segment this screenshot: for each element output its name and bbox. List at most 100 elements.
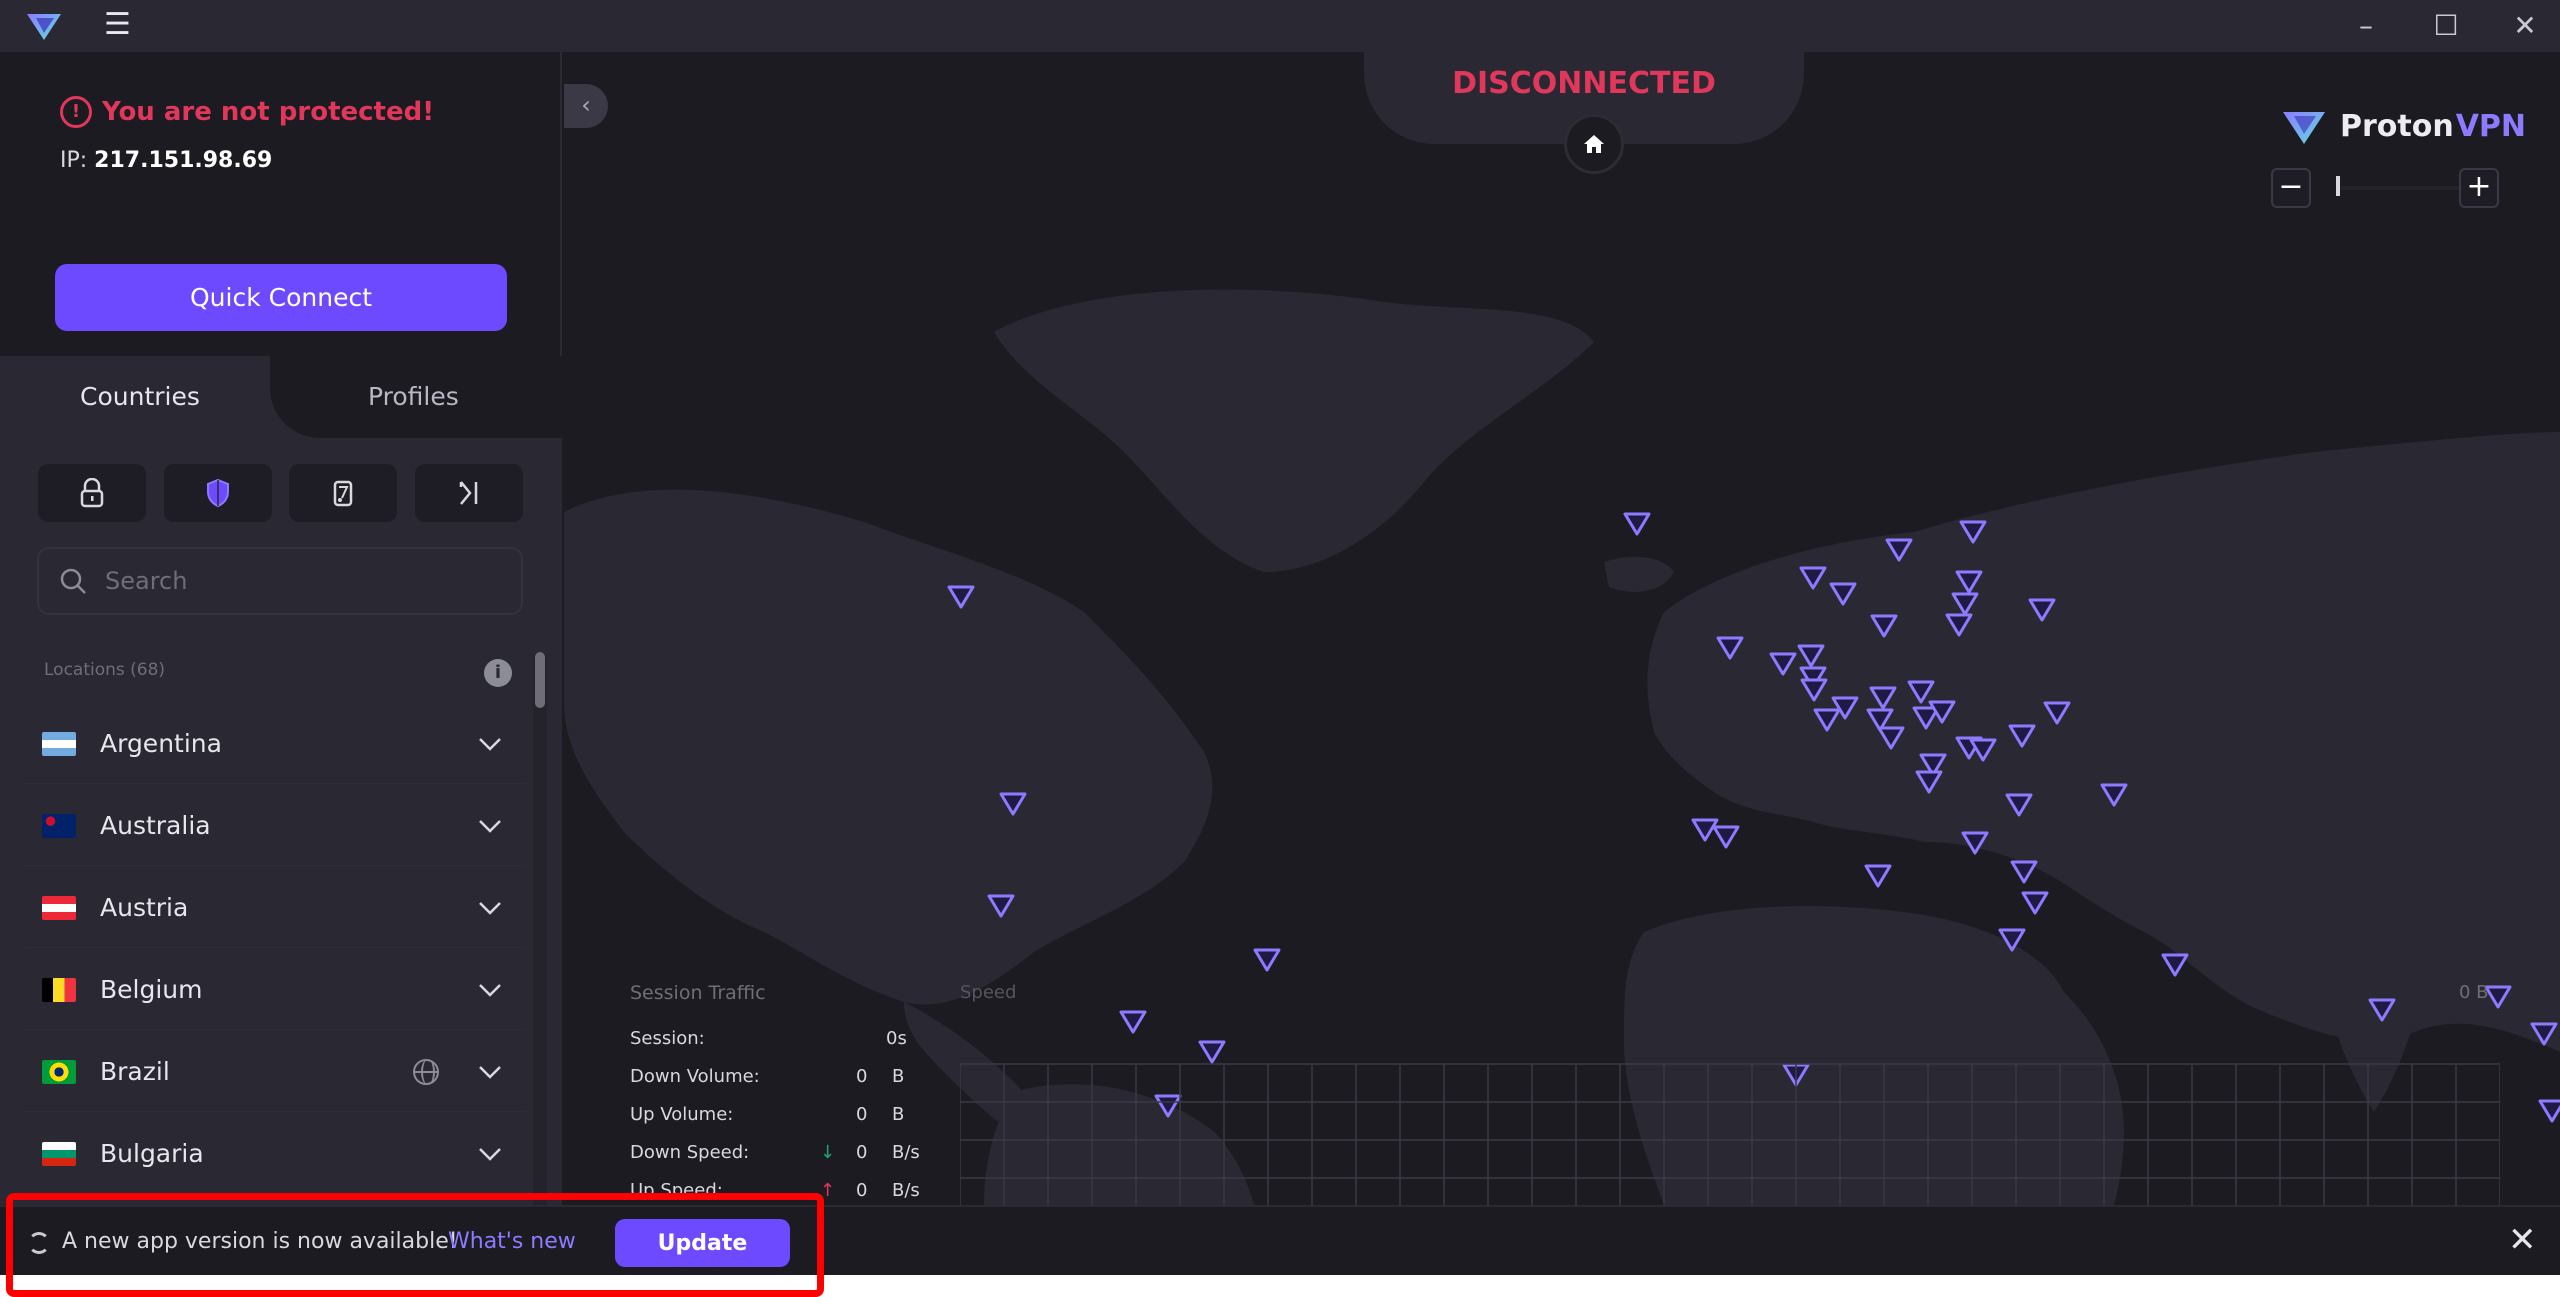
country-name: Belgium <box>100 975 203 1004</box>
flag-bg-icon <box>42 1141 76 1166</box>
update-button[interactable]: Update <box>615 1219 790 1267</box>
server-pin-icon[interactable] <box>2529 1021 2559 1047</box>
search-field[interactable] <box>37 547 523 615</box>
chevron-down-icon[interactable] <box>465 719 515 769</box>
home-icon <box>1584 135 1604 153</box>
server-pin-icon[interactable] <box>2009 859 2039 885</box>
tab-countries[interactable]: Countries <box>80 382 200 411</box>
connection-status: DISCONNECTED <box>1452 66 1716 101</box>
speed-graph-label: Speed <box>960 982 1017 1003</box>
chevron-down-icon[interactable] <box>465 801 515 851</box>
whats-new-link[interactable]: What's new <box>448 1229 576 1254</box>
server-pin-icon[interactable] <box>1252 947 1282 973</box>
search-input[interactable] <box>105 567 485 595</box>
server-pin-icon[interactable] <box>1876 725 1906 751</box>
landmass-north-america <box>564 489 1213 1005</box>
server-pin-icon[interactable] <box>1927 699 1957 725</box>
map-view[interactable]: ‹ DISCONNECTED Proton VPN − + Session Tr… <box>564 52 2560 1205</box>
server-pin-icon[interactable] <box>2042 700 2072 726</box>
p2p-icon <box>459 481 478 505</box>
server-pin-icon[interactable] <box>1968 737 1998 763</box>
update-banner-text: A new app version is now available! <box>62 1229 458 1254</box>
server-pin-icon[interactable] <box>2027 597 2057 623</box>
server-pin-icon[interactable] <box>1958 519 1988 545</box>
scrollbar-thumb[interactable] <box>535 652 545 708</box>
server-pin-icon[interactable] <box>946 584 976 610</box>
close-banner-icon[interactable]: ✕ <box>2508 1223 2537 1257</box>
country-name: Austria <box>100 893 189 922</box>
server-pin-icon[interactable] <box>2020 890 2050 916</box>
server-pin-icon[interactable] <box>1768 651 1798 677</box>
server-pin-icon[interactable] <box>1711 824 1741 850</box>
server-pin-icon[interactable] <box>1914 769 1944 795</box>
protonvpn-logo-icon <box>27 14 61 40</box>
search-icon <box>60 568 86 594</box>
shield-icon <box>207 478 229 508</box>
zoom-out-button[interactable]: − <box>2271 168 2311 208</box>
secure-core-filter[interactable] <box>38 464 146 522</box>
server-pin-icon[interactable] <box>1944 612 1974 638</box>
server-pin-icon[interactable] <box>2007 723 2037 749</box>
country-item[interactable]: Belgium <box>25 950 525 1030</box>
server-pin-icon[interactable] <box>2537 1098 2560 1124</box>
server-pin-icon[interactable] <box>1799 677 1829 703</box>
traffic-label: Up Volume: <box>630 1104 734 1125</box>
server-pin-icon[interactable] <box>998 791 1028 817</box>
country-item[interactable]: Bulgaria <box>25 1114 525 1194</box>
country-name: Brazil <box>100 1057 170 1086</box>
chevron-down-icon[interactable] <box>465 965 515 1015</box>
speed-graph <box>960 1063 2500 1205</box>
chevron-down-icon[interactable] <box>465 1129 515 1179</box>
server-pin-icon[interactable] <box>1828 581 1858 607</box>
zoom-in-button[interactable]: + <box>2459 168 2499 208</box>
server-pin-icon[interactable] <box>2099 782 2129 808</box>
quick-connect-button[interactable]: Quick Connect <box>55 264 507 331</box>
landmass-greenland <box>994 289 1594 572</box>
protonvpn-logo-icon <box>2283 112 2325 144</box>
zoom-slider-thumb[interactable] <box>2336 176 2340 196</box>
server-pin-icon[interactable] <box>1622 511 1652 537</box>
netshield-filter[interactable] <box>164 464 272 522</box>
server-pin-icon[interactable] <box>2160 952 2190 978</box>
traffic-label: Up Speed: <box>630 1180 723 1201</box>
maximize-icon[interactable]: ☐ <box>2426 8 2466 44</box>
server-pin-icon[interactable] <box>1884 537 1914 563</box>
server-pin-icon[interactable] <box>1997 927 2027 953</box>
streaming-filter[interactable] <box>289 464 397 522</box>
server-pin-icon[interactable] <box>1960 830 1990 856</box>
country-list-scrollbar[interactable] <box>533 652 547 1257</box>
traffic-unit: B <box>892 1066 905 1087</box>
info-icon[interactable]: i <box>484 659 512 687</box>
country-item[interactable]: Austria <box>25 868 525 948</box>
country-item[interactable]: Argentina <box>25 704 525 784</box>
chevron-down-icon[interactable] <box>465 883 515 933</box>
globe-icon[interactable] <box>413 1058 439 1085</box>
tab-profiles[interactable]: Profiles <box>368 382 459 411</box>
brand-proton: Proton <box>2340 108 2454 144</box>
server-pin-icon[interactable] <box>1869 613 1899 639</box>
country-item[interactable]: Brazil <box>25 1032 525 1112</box>
protection-status-text: You are not protected! <box>102 97 435 127</box>
p2p-filter[interactable] <box>415 464 523 522</box>
server-pin-icon[interactable] <box>2004 792 2034 818</box>
country-item[interactable]: Australia <box>25 786 525 866</box>
update-banner: A new app version is now available! What… <box>0 1205 2560 1275</box>
server-pin-icon[interactable] <box>1863 863 1893 889</box>
server-pin-icon[interactable] <box>1812 707 1842 733</box>
refresh-icon <box>28 1232 50 1254</box>
traffic-label: Down Volume: <box>630 1066 760 1087</box>
server-pin-icon[interactable] <box>1715 635 1745 661</box>
close-icon[interactable]: ✕ <box>2505 8 2545 44</box>
flag-be-icon <box>42 977 76 1002</box>
chevron-down-icon[interactable] <box>465 1047 515 1097</box>
server-pin-icon[interactable] <box>1798 565 1828 591</box>
country-name: Australia <box>100 811 211 840</box>
hamburger-menu-icon[interactable]: ☰ <box>104 10 136 40</box>
zoom-slider[interactable] <box>2336 186 2466 190</box>
home-button[interactable] <box>1564 114 1624 174</box>
collapse-sidebar-button[interactable]: ‹ <box>564 84 608 128</box>
locations-count: Locations (68) <box>44 660 166 680</box>
minimize-icon[interactable]: – <box>2346 8 2386 44</box>
server-pin-icon[interactable] <box>986 893 1016 919</box>
speed-graph-max: 0 B <box>2459 982 2489 1003</box>
